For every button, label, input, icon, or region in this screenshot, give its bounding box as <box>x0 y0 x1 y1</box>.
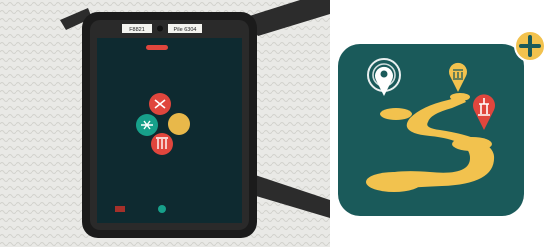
path-stop-left <box>380 108 412 120</box>
tablet-screen <box>97 38 242 223</box>
scene: F8821 Pile 6304 <box>0 0 545 247</box>
path-end-large <box>366 172 422 192</box>
tape-label-left-text: F8821 <box>129 27 145 33</box>
path-stop-top <box>450 93 470 101</box>
path-stop-right <box>452 137 492 151</box>
tape-label-right-text: Pile 6304 <box>174 27 197 33</box>
menu-button-right[interactable] <box>168 113 190 135</box>
app-icon <box>338 30 545 216</box>
home-icon[interactable] <box>158 205 166 213</box>
top-bar[interactable] <box>146 45 168 50</box>
monument-icon <box>156 137 168 149</box>
camera-icon <box>157 25 163 32</box>
exit-icon[interactable] <box>115 206 125 212</box>
tablet-photo: F8821 Pile 6304 <box>0 0 330 247</box>
